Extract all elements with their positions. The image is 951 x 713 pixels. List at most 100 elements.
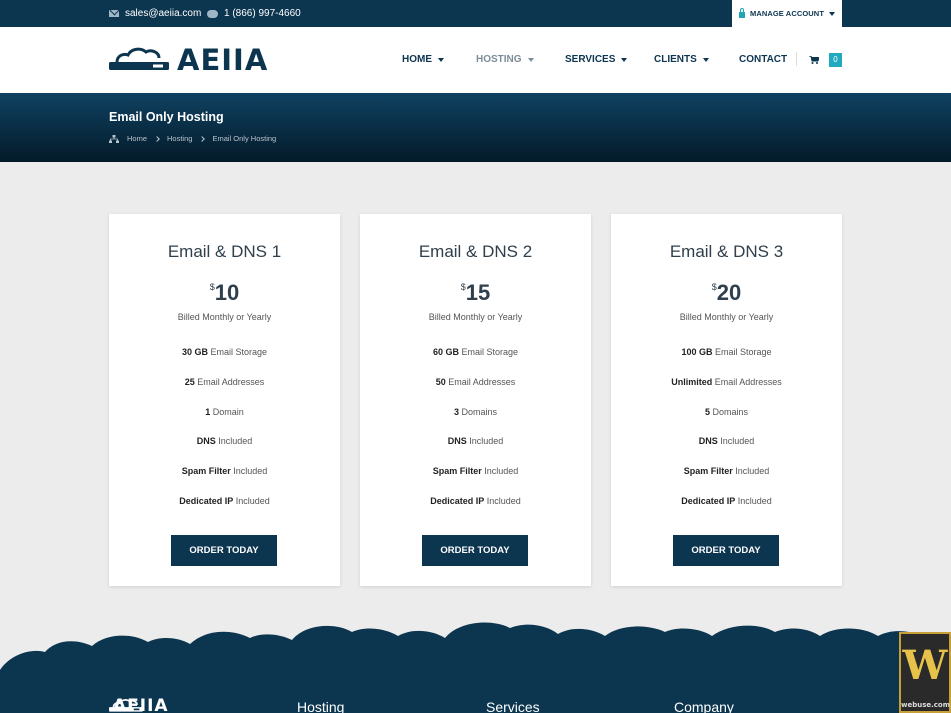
plan-price: $15 — [360, 280, 591, 306]
feature-text: Email Storage — [210, 347, 268, 357]
nav-hosting[interactable]: HOSTING — [476, 54, 534, 65]
feature-value: 3 — [453, 407, 459, 417]
feature-storage: 60 GB Email Storage — [360, 347, 591, 357]
feature-dedicated-ip: Dedicated IP Included — [109, 496, 340, 506]
feature-text: Included — [486, 496, 521, 506]
nav-home-label: HOME — [402, 54, 432, 65]
phone-contact[interactable]: 1 (866) 997-4660 — [207, 8, 301, 19]
feature-domains: 3 Domains — [360, 407, 591, 417]
page-banner: Email Only Hosting Home Hosting Email On… — [0, 93, 951, 162]
phone-text[interactable]: 1 (866) 997-4660 — [224, 8, 301, 19]
feature-addresses: 25 Email Addresses — [109, 377, 340, 387]
billing-cycle: Billed Monthly or Yearly — [679, 312, 774, 322]
feature-text: Included — [233, 466, 268, 476]
nav-hosting-label: HOSTING — [476, 54, 522, 65]
footer-logo[interactable]: AEIIA — [109, 698, 169, 713]
lock-icon — [738, 7, 745, 18]
chevron-right-icon — [199, 135, 206, 142]
feature-spam-filter: Spam Filter Included — [109, 466, 340, 476]
feature-text: Domains — [712, 407, 749, 417]
breadcrumb-hosting[interactable]: Hosting — [167, 134, 192, 143]
feature-text: Included — [235, 496, 270, 506]
nav-services[interactable]: SERVICES — [565, 54, 628, 65]
footer: AEIIA Hosting Services Company — [0, 610, 951, 713]
plan-price: $10 — [109, 280, 340, 306]
chevron-down-icon — [438, 57, 444, 62]
envelope-icon — [109, 10, 119, 17]
nav-contact-label: CONTACT — [739, 54, 788, 65]
feature-value: 5 — [704, 407, 710, 417]
cart-count-badge[interactable]: 0 — [829, 53, 842, 67]
billing-cycle: Billed Monthly or Yearly — [177, 312, 272, 322]
feature-spam-filter: Spam Filter Included — [360, 466, 591, 476]
feature-dns: DNS Included — [109, 436, 340, 446]
pricing-card-3: Email & DNS 3 $20 Billed Monthly or Year… — [611, 214, 842, 586]
feature-text: Domains — [461, 407, 498, 417]
order-today-button[interactable]: ORDER TODAY — [673, 535, 779, 566]
feature-dedicated-ip: Dedicated IP Included — [360, 496, 591, 506]
chevron-down-icon — [621, 57, 628, 62]
footer-heading-company: Company — [674, 699, 734, 713]
chevron-down-icon — [702, 57, 709, 62]
breadcrumb-home[interactable]: Home — [127, 134, 147, 143]
manage-account-button[interactable]: MANAGE ACCOUNT — [732, 0, 842, 27]
price-amount: 15 — [465, 280, 491, 305]
nav-home[interactable]: HOME — [402, 54, 444, 65]
watermark-text: webuse.com — [901, 701, 951, 709]
feature-value: Dedicated IP — [681, 496, 736, 506]
feature-text: Email Storage — [715, 347, 772, 357]
feature-value: 100 GB — [681, 347, 713, 357]
currency-symbol: $ — [460, 282, 466, 292]
price-amount: 10 — [214, 280, 240, 305]
feature-storage: 30 GB Email Storage — [109, 347, 340, 357]
feature-value: Spam Filter — [432, 466, 482, 476]
feature-storage: 100 GB Email Storage — [611, 347, 842, 357]
cart-icon[interactable] — [809, 56, 819, 64]
feature-addresses: 50 Email Addresses — [360, 377, 591, 387]
feature-dedicated-ip: Dedicated IP Included — [611, 496, 842, 506]
order-today-button[interactable]: ORDER TODAY — [422, 535, 528, 566]
feature-value: Dedicated IP — [179, 496, 234, 506]
plan-name: Email & DNS 1 — [167, 242, 282, 261]
feature-text: Included — [218, 436, 253, 446]
feature-value: Unlimited — [671, 377, 713, 387]
chevron-down-icon — [527, 57, 534, 62]
feature-value: 25 — [184, 377, 195, 387]
feature-value: 1 — [205, 407, 211, 417]
sitemap-icon — [109, 134, 119, 143]
chat-icon — [207, 9, 218, 18]
feature-value: DNS — [196, 436, 216, 446]
plan-name: Email & DNS 3 — [669, 242, 784, 261]
email-contact[interactable]: sales@aeiia.com — [109, 8, 201, 19]
currency-symbol: $ — [209, 282, 215, 292]
order-today-button[interactable]: ORDER TODAY — [171, 535, 277, 566]
plan-price: $20 — [611, 280, 842, 306]
billing-cycle: Billed Monthly or Yearly — [428, 312, 523, 322]
feature-value: DNS — [447, 436, 467, 446]
breadcrumb-current: Email Only Hosting — [212, 134, 277, 143]
nav-contact[interactable]: CONTACT — [739, 54, 787, 65]
breadcrumb: Home Hosting Email Only Hosting — [109, 134, 276, 143]
feature-value: Spam Filter — [181, 466, 231, 476]
feature-text: Included — [484, 466, 519, 476]
nav-services-label: SERVICES — [565, 54, 616, 65]
feature-text: Included — [735, 466, 770, 476]
feature-value: Dedicated IP — [430, 496, 485, 506]
header: AEIIA HOME HOSTING SERVICES CLIENTS CONT… — [0, 27, 951, 93]
feature-domains: 5 Domains — [611, 407, 842, 417]
feature-text: Included — [469, 436, 504, 446]
feature-value: 60 GB — [432, 347, 459, 357]
cloud-server-icon — [109, 699, 143, 712]
nav-clients[interactable]: CLIENTS — [654, 54, 709, 65]
nav-divider — [796, 52, 797, 66]
logo-text: AEIIA — [177, 43, 269, 77]
watermark-badge: W webuse.com — [899, 632, 951, 713]
nav-clients-label: CLIENTS — [654, 54, 697, 65]
logo[interactable]: AEIIA — [109, 45, 268, 75]
pricing-card-2: Email & DNS 2 $15 Billed Monthly or Year… — [360, 214, 591, 586]
email-text[interactable]: sales@aeiia.com — [125, 8, 201, 19]
feature-text: Included — [720, 436, 755, 446]
price-amount: 20 — [716, 280, 742, 305]
feature-domains: 1 Domain — [109, 407, 340, 417]
currency-symbol: $ — [711, 282, 717, 292]
